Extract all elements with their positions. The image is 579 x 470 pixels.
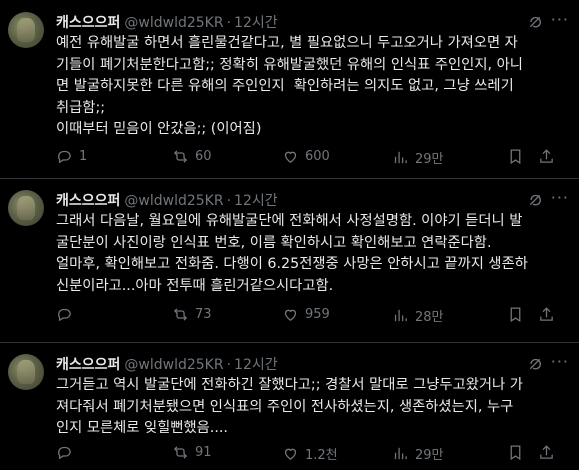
bookmark-button[interactable] [507,306,524,323]
repost-button[interactable]: 91 [172,444,212,461]
tweet[interactable]: 캐스으으퍼 @wldwld25KR · 12시간 ··· 그거듣고 역시 발굴단에 전… [0,342,579,470]
tweet[interactable]: 캐스으으퍼 @wldwld25KR · 12시간 ··· 예전 유해발굴 하면서 흘린… [0,0,579,178]
grok-icon[interactable] [527,14,543,30]
separator-dot: · [226,15,232,31]
like-button[interactable]: 1.2천 [282,444,338,463]
share-button[interactable] [538,148,555,165]
tweet-text-line: 그래서 다음날, 월요일에 유해발굴단에 전화해서 사정설명함. 이야기 듣더니… [56,213,523,229]
tweet-header: 캐스으으퍼 @wldwld25KR · 12시간 [56,12,278,32]
timestamp[interactable]: 12시간 [234,15,278,31]
share-button[interactable] [538,444,555,461]
action-bar: 73 959 28만 [56,306,567,326]
like-count: 959 [305,307,330,322]
repost-count: 60 [195,149,212,164]
avatar[interactable] [8,12,44,48]
bookmark-button[interactable] [507,148,524,165]
tweet-text-line: 그거듣고 역시 발굴단에 전화하긴 잘했다고;; 경찰서 말대로 그냥두고왔거나… [56,377,523,393]
more-icon[interactable]: ··· [551,10,569,29]
views-icon [394,309,407,322]
separator-dot: · [226,193,232,209]
bookmark-icon [510,307,521,323]
heart-icon [284,309,297,321]
timestamp[interactable]: 12시간 [234,357,278,373]
user-handle[interactable]: @wldwld25KR [124,193,223,209]
heart-icon [284,448,297,460]
tweet-text-line: 면 발굴하지못한 다른 유해의 주인인지 확인하려는 의지도 없고, 그냥 쓰레… [56,78,514,94]
grok-icon[interactable] [527,356,543,372]
views-button[interactable]: 29만 [392,444,444,463]
display-name[interactable]: 캐스으으퍼 [56,357,120,373]
tweet[interactable]: 캐스으으퍼 @wldwld25KR · 12시간 ··· 그래서 다음날, 월요일에 … [0,178,579,342]
views-button[interactable]: 29만 [392,148,444,167]
tweet-text-line: 기들이 폐기처분한다고함;; 정확히 유해발굴했던 유해의 인식표 주인인지, … [56,56,523,73]
view-count: 29만 [415,448,444,463]
more-icon[interactable]: ··· [551,188,569,207]
timestamp[interactable]: 12시간 [234,193,278,209]
tweet-text-line: 예전 유해발굴 하면서 흘린물건같다고, 별 필요없으니 두고오거나 가져오면 … [56,35,518,51]
more-icon[interactable]: ··· [551,352,569,371]
reply-button[interactable]: 1 [56,148,87,165]
bookmark-button[interactable] [507,444,524,461]
share-icon [540,445,553,459]
bookmark-icon [510,149,521,165]
user-handle[interactable]: @wldwld25KR [124,15,223,31]
grok-icon[interactable] [527,192,543,208]
views-icon [394,447,407,460]
bookmark-icon [510,445,521,461]
repost-icon [173,308,188,321]
like-button[interactable]: 600 [282,148,330,165]
action-bar: 1 60 600 29만 [56,148,567,168]
display-name[interactable]: 캐스으으퍼 [56,15,120,31]
reply-icon [58,308,71,322]
tweet-header: 캐스으으퍼 @wldwld25KR · 12시간 [56,354,278,374]
timeline: 캐스으으퍼 @wldwld25KR · 12시간 ··· 예전 유해발굴 하면서 흘린… [0,0,579,470]
repost-count: 91 [195,445,212,460]
user-handle[interactable]: @wldwld25KR [124,357,223,373]
tweet-text-line: 져다줘서 폐기처분됐으면 인식표의 주인이 전사하셨는지, 생존하셨는지, 누구 [56,398,514,415]
tweet-text-line: 취급함;; [56,99,106,116]
repost-button[interactable]: 73 [172,306,212,323]
repost-icon [173,150,188,163]
like-button[interactable]: 959 [282,306,330,323]
share-icon [540,149,553,163]
share-icon [540,307,553,321]
tweet-text: 그거듣고 역시 발굴단에 전화하긴 잘했다고;; 경찰서 말대로 그냥두고왔거나… [56,375,567,440]
display-name[interactable]: 캐스으으퍼 [56,193,120,209]
avatar[interactable] [8,354,44,390]
tweet-header: 캐스으으퍼 @wldwld25KR · 12시간 [56,190,278,210]
tweet-text-line: 이때부터 믿음이 안갔음;; (이어짐) [56,121,262,137]
share-button[interactable] [538,306,555,323]
view-count: 29만 [415,152,444,167]
like-count: 600 [305,149,330,164]
heart-icon [284,151,297,163]
tweet-text: 그래서 다음날, 월요일에 유해발굴단에 전화해서 사정설명함. 이야기 듣더니… [56,211,567,297]
separator-dot: · [226,357,232,373]
reply-button[interactable] [56,306,79,323]
reply-icon [58,446,71,460]
tweet-text-line: 얼마후, 확인해보고 전화줌. 다행이 6.25전쟁중 사망은 안하시고 끝까지… [56,256,528,272]
tweet-text-line: 인지 모른체로 잊힐뻔했음.... [56,420,228,436]
avatar[interactable] [8,190,44,226]
views-button[interactable]: 28만 [392,306,444,325]
tweet-text-line: 신분이라고...아마 전투때 흘린거같으시다고함. [56,277,334,294]
views-icon [394,151,407,164]
tweet-text-line: 굴단분이 사진이랑 인식표 번호, 이름 확인하시고 확인해보고 연락준다함. [56,234,492,251]
action-bar: 91 1.2천 29만 [56,444,567,464]
like-count: 1.2천 [305,448,338,463]
view-count: 28만 [415,310,444,325]
repost-button[interactable]: 60 [172,148,212,165]
reply-icon [58,150,71,164]
repost-count: 73 [195,307,212,322]
repost-icon [173,446,188,459]
reply-count: 1 [79,149,88,164]
reply-button[interactable] [56,444,79,461]
tweet-text: 예전 유해발굴 하면서 흘린물건같다고, 별 필요없으니 두고오거나 가져오면 … [56,33,567,141]
